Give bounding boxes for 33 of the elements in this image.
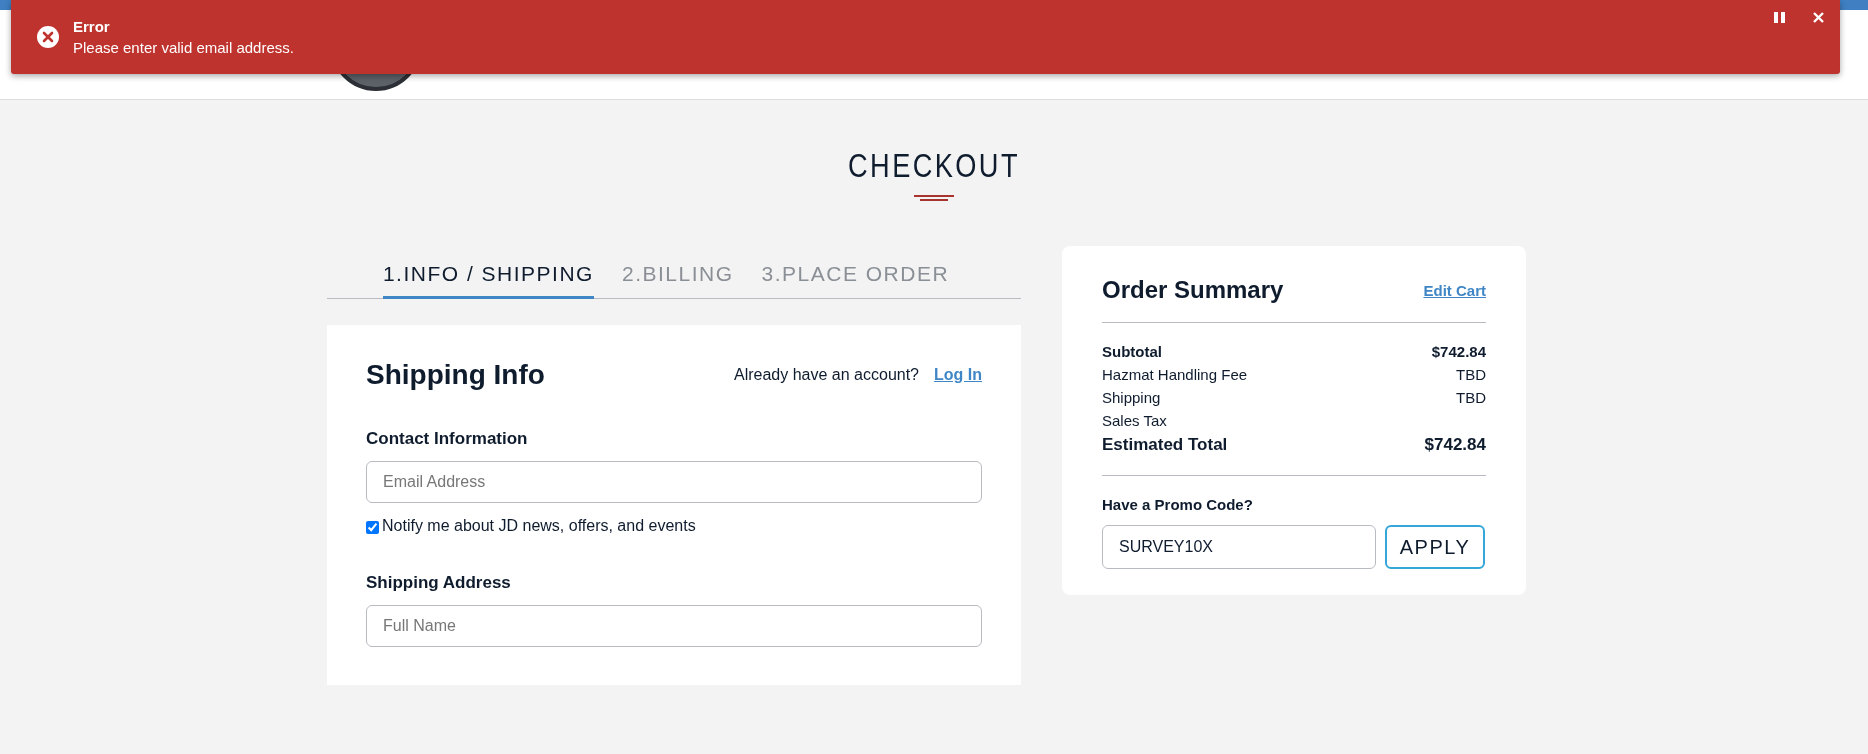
login-link[interactable]: Log In bbox=[934, 366, 982, 384]
close-icon[interactable] bbox=[1813, 12, 1824, 23]
title-ornament bbox=[914, 195, 954, 201]
account-prompt: Already have an account? bbox=[734, 366, 919, 384]
section-heading: Shipping Address bbox=[366, 573, 512, 593]
toast-title: Error bbox=[73, 18, 111, 35]
full-name-field[interactable]: Full Name bbox=[366, 605, 982, 647]
promo-label: Have a Promo Code? bbox=[1102, 496, 1254, 513]
form-title: Shipping Info bbox=[366, 359, 545, 391]
step-tab[interactable]: 2.BILLING bbox=[621, 258, 734, 299]
page-title: CHECKOUT bbox=[847, 146, 1021, 185]
error-icon bbox=[37, 26, 59, 48]
section-heading: Contact Information bbox=[366, 429, 529, 449]
summary-label: Sales Tax bbox=[1102, 412, 1167, 429]
email-field[interactable]: Email Address bbox=[366, 461, 982, 503]
summary-value: $742.84 bbox=[1424, 435, 1486, 455]
summary-label: Estimated Total bbox=[1102, 435, 1228, 455]
summary-label: Shipping bbox=[1102, 389, 1161, 406]
notify-label: Notify me about JD news, offers, and events bbox=[382, 517, 696, 535]
summary-value: TBD bbox=[1456, 366, 1486, 383]
step-tab[interactable]: 1.INFO / SHIPPING bbox=[382, 258, 594, 299]
edit-cart-link[interactable]: Edit Cart bbox=[1423, 281, 1486, 299]
promo-code-field[interactable]: SURVEY10X bbox=[1102, 525, 1376, 569]
toast-message: Please enter valid email address. bbox=[73, 39, 295, 56]
summary-value: $742.84 bbox=[1431, 343, 1486, 360]
summary-title: Order Summary bbox=[1102, 276, 1284, 304]
summary-value: TBD bbox=[1456, 389, 1486, 406]
summary-label: Subtotal bbox=[1102, 343, 1162, 360]
summary-label: Hazmat Handling Fee bbox=[1102, 366, 1248, 383]
step-tab[interactable]: 3.PLACE ORDER bbox=[761, 258, 950, 299]
notify-checkbox[interactable] bbox=[366, 521, 379, 534]
pause-icon[interactable] bbox=[1774, 12, 1785, 23]
apply-button[interactable]: APPLY bbox=[1385, 525, 1485, 569]
